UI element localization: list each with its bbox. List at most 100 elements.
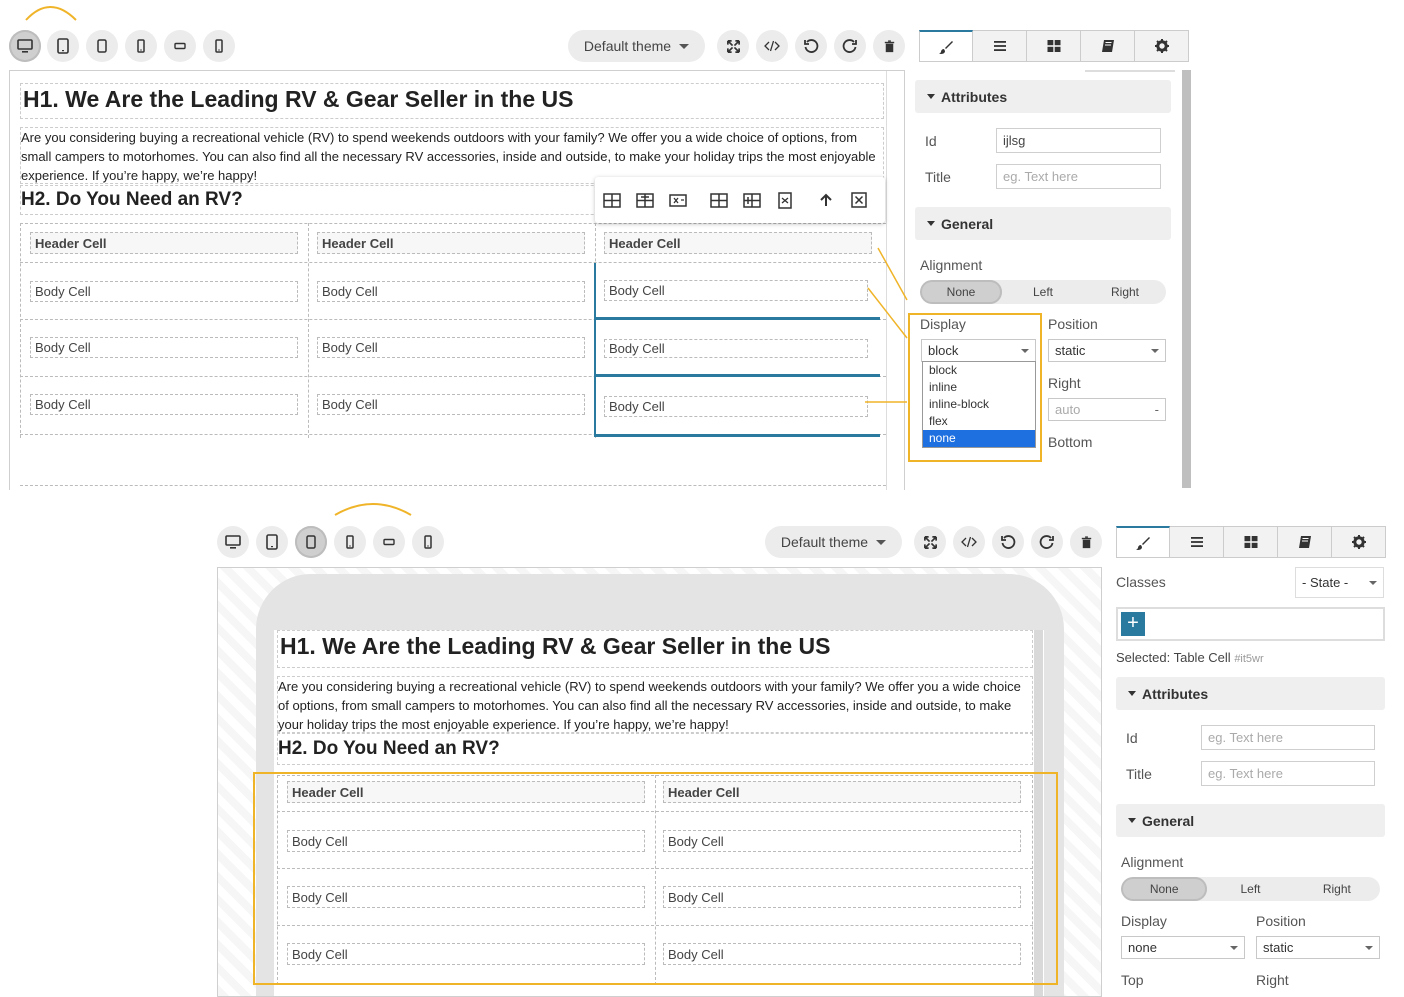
top-label: Top — [1121, 972, 1144, 988]
id-field[interactable]: eg. Text here — [1201, 725, 1375, 750]
body-cell[interactable]: Body Cell — [30, 394, 298, 415]
layers-icon — [1189, 534, 1205, 550]
right-field[interactable]: auto - — [1048, 398, 1166, 421]
alignment-none-option[interactable]: None — [1121, 877, 1208, 901]
alignment-left-option[interactable]: Left — [1002, 280, 1084, 304]
device-mobile-button[interactable] — [334, 526, 366, 558]
redo-icon — [842, 38, 858, 54]
delete-row-icon[interactable] — [661, 191, 694, 209]
device-tablet-small-button[interactable] — [86, 30, 118, 62]
subheading-h2[interactable]: H2. Do You Need an RV? — [277, 733, 1033, 765]
device-mobile-portrait-button[interactable] — [203, 30, 235, 62]
device-mobile-landscape-button[interactable] — [164, 30, 196, 62]
insert-row-above-icon[interactable] — [595, 191, 628, 209]
body-cell[interactable]: Body Cell — [30, 281, 298, 302]
panel-tabs — [1116, 526, 1386, 558]
body-cell[interactable]: Body Cell — [317, 337, 585, 358]
selected-label: Selected: — [1116, 650, 1171, 665]
tab-options[interactable] — [1332, 526, 1386, 558]
tab-settings-list[interactable] — [973, 30, 1027, 62]
id-field[interactable]: ijlsg — [996, 128, 1161, 153]
device-tablet-button[interactable] — [47, 30, 79, 62]
display-select[interactable]: none — [1121, 936, 1245, 959]
add-class-button[interactable]: + — [1121, 612, 1145, 636]
device-tablet-button[interactable] — [256, 526, 288, 558]
intro-paragraph[interactable]: Are you considering buying a recreationa… — [20, 127, 884, 184]
tab-pages[interactable] — [1278, 526, 1332, 558]
general-section-header[interactable]: General — [1116, 804, 1385, 837]
gear-icon — [1351, 534, 1367, 550]
undo-button[interactable] — [992, 526, 1024, 558]
intro-paragraph[interactable]: Are you considering buying a recreationa… — [277, 676, 1033, 733]
attributes-section-header[interactable]: Attributes — [915, 80, 1171, 113]
editor-canvas[interactable]: H1. We Are the Leading RV & Gear Seller … — [217, 567, 1102, 997]
fullscreen-button[interactable] — [717, 30, 749, 62]
alignment-radio-group: None Left Right — [920, 280, 1166, 304]
insert-row-below-icon[interactable] — [628, 191, 661, 209]
undo-button[interactable] — [795, 30, 827, 62]
attributes-section-header[interactable]: Attributes — [1116, 677, 1385, 710]
device-tablet-small-button[interactable] — [295, 526, 327, 558]
device-mobile-portrait-button[interactable] — [412, 526, 444, 558]
device-mobile-button[interactable] — [125, 30, 157, 62]
fullscreen-button[interactable] — [914, 526, 946, 558]
delete-button[interactable] — [1070, 526, 1102, 558]
header-cell[interactable]: Header Cell — [30, 232, 298, 254]
header-cell[interactable]: Header Cell — [604, 232, 872, 254]
alignment-right-option[interactable]: Right — [1084, 280, 1166, 304]
position-value: static — [1263, 940, 1294, 955]
body-cell[interactable]: Body Cell — [317, 281, 585, 302]
body-cell[interactable]: Body Cell — [30, 337, 298, 358]
position-select[interactable]: static — [1256, 936, 1380, 959]
tablet-icon — [264, 534, 280, 550]
tab-style-manager[interactable] — [919, 30, 973, 62]
page-heading-h1[interactable]: H1. We Are the Leading RV & Gear Seller … — [277, 630, 1033, 668]
alignment-label: Alignment — [1121, 854, 1184, 870]
table-toolbar — [595, 177, 885, 223]
theme-dropdown[interactable]: Default theme — [765, 526, 902, 558]
tab-pages[interactable] — [1081, 30, 1135, 62]
fullscreen-icon — [726, 39, 741, 54]
header-cell[interactable]: Header Cell — [317, 232, 585, 254]
close-icon[interactable] — [842, 191, 875, 209]
delete-button[interactable] — [873, 30, 905, 62]
insert-col-left-icon[interactable] — [702, 191, 735, 209]
device-mobile-landscape-button[interactable] — [373, 526, 405, 558]
mobile-landscape-icon — [172, 38, 188, 54]
code-view-button[interactable] — [756, 30, 788, 62]
right-unit[interactable]: - — [1155, 402, 1159, 417]
blocks-icon — [1243, 534, 1259, 550]
general-title: General — [1142, 812, 1195, 829]
redo-button[interactable] — [1031, 526, 1063, 558]
undo-icon — [1000, 534, 1016, 550]
panel-scrollbar[interactable] — [1182, 70, 1191, 488]
editor-canvas[interactable]: H1. We Are the Leading RV & Gear Seller … — [9, 70, 905, 490]
alignment-none-option[interactable]: None — [920, 280, 1002, 304]
tab-blocks[interactable] — [1224, 526, 1278, 558]
table-col-divider — [20, 223, 21, 438]
mobile-landscape-icon — [381, 534, 397, 550]
alignment-right-option[interactable]: Right — [1294, 877, 1380, 901]
tab-settings-list[interactable] — [1170, 526, 1224, 558]
state-select[interactable]: - State - — [1295, 567, 1384, 598]
body-cell[interactable]: Body Cell — [317, 394, 585, 415]
alignment-left-option[interactable]: Left — [1207, 877, 1293, 901]
delete-col-icon[interactable] — [768, 191, 801, 209]
tab-options[interactable] — [1135, 30, 1189, 62]
device-desktop-button[interactable] — [9, 30, 41, 62]
tab-blocks[interactable] — [1027, 30, 1081, 62]
device-desktop-button[interactable] — [217, 526, 249, 558]
title-field[interactable]: eg. Text here — [996, 164, 1161, 189]
page-heading-h1[interactable]: H1. We Are the Leading RV & Gear Seller … — [20, 83, 884, 119]
theme-dropdown[interactable]: Default theme — [568, 30, 705, 62]
position-select[interactable]: static — [1048, 339, 1166, 362]
redo-button[interactable] — [834, 30, 866, 62]
tab-style-manager[interactable] — [1116, 526, 1170, 558]
code-view-button[interactable] — [953, 526, 985, 558]
tablet-icon — [55, 38, 71, 54]
select-parent-icon[interactable] — [809, 192, 842, 208]
general-section-header[interactable]: General — [915, 207, 1171, 240]
insert-col-right-icon[interactable] — [735, 191, 768, 209]
tablet-small-icon — [303, 534, 319, 550]
title-field[interactable]: eg. Text here — [1201, 761, 1375, 786]
